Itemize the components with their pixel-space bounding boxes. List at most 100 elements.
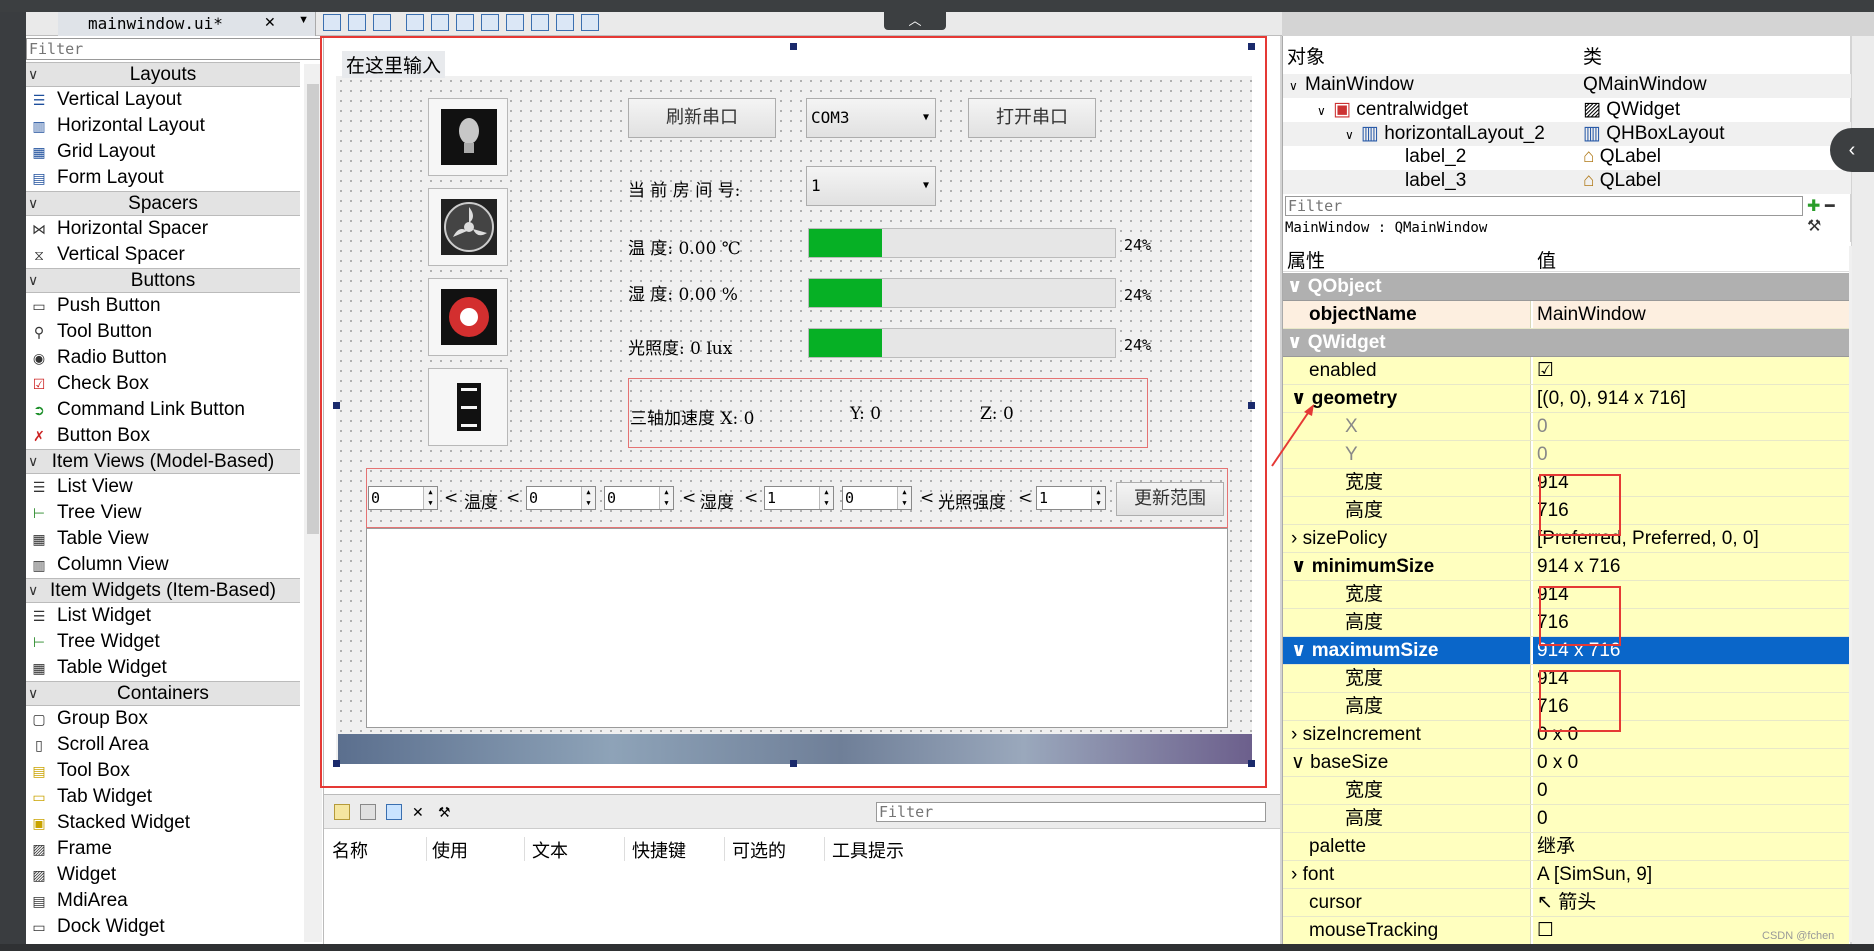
- resize-handle[interactable]: [1248, 43, 1255, 50]
- widget-item[interactable]: ▦ Grid Layout: [26, 139, 300, 165]
- break-layout-icon[interactable]: [556, 14, 574, 31]
- widget-item[interactable]: ⚲ Tool Button: [26, 319, 300, 345]
- widget-item[interactable]: ◉ Radio Button: [26, 345, 300, 371]
- widget-filter-input[interactable]: [26, 38, 322, 60]
- dropdown-arrow-icon[interactable]: ▼: [298, 14, 309, 26]
- property-name: Y: [1283, 441, 1531, 468]
- col-class[interactable]: 类: [1583, 42, 1602, 69]
- chevron-left-icon[interactable]: ‹: [1830, 128, 1874, 172]
- col-property[interactable]: 属性: [1287, 246, 1325, 273]
- property-row[interactable]: 高度 0: [1283, 805, 1851, 833]
- layout-hsplit-icon[interactable]: [456, 14, 474, 31]
- edit-buddies-icon[interactable]: [348, 14, 366, 31]
- object-row[interactable]: label_3 ⌂ QLabel: [1283, 170, 1851, 194]
- paste-action-icon[interactable]: [386, 804, 402, 820]
- widget-item[interactable]: ✗ Button Box: [26, 423, 300, 449]
- col-shortcut[interactable]: 快捷键: [632, 837, 686, 863]
- property-row[interactable]: ∨ QWidget: [1283, 329, 1851, 357]
- widget-item[interactable]: ▢ Group Box: [26, 706, 300, 732]
- property-row[interactable]: ∨ baseSize 0 x 0: [1283, 749, 1851, 777]
- widget-item[interactable]: ▦ Table Widget: [26, 655, 300, 681]
- file-tab[interactable]: mainwindow.ui* ▼: [58, 12, 316, 36]
- resize-handle[interactable]: [333, 402, 340, 409]
- category-header[interactable]: ∨ Buttons: [26, 268, 300, 293]
- action-filter-input[interactable]: [876, 802, 1266, 822]
- col-value[interactable]: 值: [1537, 246, 1556, 273]
- widget-item[interactable]: ▭ Tab Widget: [26, 784, 300, 810]
- col-name[interactable]: 名称: [332, 837, 368, 863]
- widget-item[interactable]: ☰ List View: [26, 474, 300, 500]
- widget-item[interactable]: ⊢ Tree View: [26, 500, 300, 526]
- wrench-icon[interactable]: ⚒: [1807, 218, 1821, 235]
- layout-form-icon[interactable]: [506, 14, 524, 31]
- category-header[interactable]: ∨ Spacers: [26, 191, 300, 216]
- property-filter-input[interactable]: [1285, 196, 1803, 216]
- property-row[interactable]: objectName MainWindow: [1283, 301, 1851, 329]
- category-header[interactable]: ∨ Item Widgets (Item-Based): [26, 578, 300, 603]
- layout-vertical-icon[interactable]: [431, 14, 449, 31]
- plus-icon[interactable]: ✚: [1807, 198, 1820, 215]
- widget-item[interactable]: ➲ Command Link Button: [26, 397, 300, 423]
- object-row[interactable]: ∨ MainWindow QMainWindow: [1283, 74, 1851, 98]
- property-row[interactable]: enabled ☑: [1283, 357, 1851, 385]
- layout-horizontal-icon[interactable]: [406, 14, 424, 31]
- property-row[interactable]: › font A [SimSun, 9]: [1283, 861, 1851, 889]
- col-tooltip[interactable]: 工具提示: [832, 837, 904, 863]
- delete-action-icon[interactable]: ✕: [412, 804, 428, 820]
- minus-icon[interactable]: ━: [1825, 198, 1835, 215]
- widget-item[interactable]: ▭ Push Button: [26, 293, 300, 319]
- tab-widget-icon: ▭: [32, 789, 46, 805]
- property-row[interactable]: Y0: [1283, 441, 1851, 469]
- widget-item[interactable]: ▤ Tool Box: [26, 758, 300, 784]
- object-row[interactable]: ∨ ▣ centralwidget ▨ QWidget: [1283, 98, 1851, 122]
- col-used[interactable]: 使用: [432, 837, 468, 863]
- widget-item[interactable]: ▥ Column View: [26, 552, 300, 578]
- property-row[interactable]: ∨ geometry [(0, 0), 914 x 716]: [1283, 385, 1851, 413]
- configure-icon[interactable]: ⚒: [438, 804, 454, 820]
- adjust-size-icon[interactable]: [581, 14, 599, 31]
- widget-item[interactable]: ▤ Form Layout: [26, 165, 300, 191]
- edit-signals-icon[interactable]: [323, 14, 341, 31]
- close-icon[interactable]: ✕: [264, 14, 276, 31]
- resize-handle[interactable]: [790, 43, 797, 50]
- widget-item[interactable]: ▦ Table View: [26, 526, 300, 552]
- copy-action-icon[interactable]: [360, 804, 376, 820]
- widget-item[interactable]: ▣ Stacked Widget: [26, 810, 300, 836]
- widget-item[interactable]: ▨ Frame: [26, 836, 300, 862]
- new-action-icon[interactable]: [334, 804, 350, 820]
- widget-item[interactable]: ☑ Check Box: [26, 371, 300, 397]
- layout-grid-icon[interactable]: [531, 14, 549, 31]
- widget-item[interactable]: ⋈ Horizontal Spacer: [26, 216, 300, 242]
- category-header[interactable]: ∨ Containers: [26, 681, 300, 706]
- property-name: ∨ baseSize: [1283, 749, 1531, 776]
- col-text[interactable]: 文本: [532, 837, 568, 863]
- widget-item[interactable]: ▥ Horizontal Layout: [26, 113, 300, 139]
- property-row[interactable]: ∨ minimumSize 914 x 716: [1283, 553, 1851, 581]
- property-row[interactable]: palette 继承: [1283, 833, 1851, 861]
- edit-tab-order-icon[interactable]: [373, 14, 391, 31]
- category-header[interactable]: ∨ Item Views (Model-Based): [26, 449, 300, 474]
- property-row[interactable]: X0: [1283, 413, 1851, 441]
- widget-item[interactable]: ☰ Vertical Layout: [26, 87, 300, 113]
- property-row[interactable]: 宽度 0: [1283, 777, 1851, 805]
- col-checkable[interactable]: 可选的: [732, 837, 786, 863]
- object-row[interactable]: ∨ ▥ horizontalLayout_2 ▥ QHBoxLayout: [1283, 122, 1851, 146]
- widget-item[interactable]: ▯ Scroll Area: [26, 732, 300, 758]
- layout-vsplit-icon[interactable]: [481, 14, 499, 31]
- collapse-icon[interactable]: ︿: [884, 12, 946, 30]
- widget-item[interactable]: ⧖ Vertical Spacer: [26, 242, 300, 268]
- resize-handle[interactable]: [1248, 402, 1255, 409]
- widget-item[interactable]: ▤ MdiArea: [26, 888, 300, 914]
- widget-item[interactable]: ☰ List Widget: [26, 603, 300, 629]
- resize-handle[interactable]: [790, 760, 797, 767]
- property-row[interactable]: cursor ↖ 箭头: [1283, 889, 1851, 917]
- object-row[interactable]: label_2 ⌂ QLabel: [1283, 146, 1851, 170]
- resize-handle[interactable]: [333, 760, 340, 767]
- col-object[interactable]: 对象: [1287, 42, 1325, 69]
- property-row[interactable]: ∨ QObject: [1283, 273, 1851, 301]
- widget-item[interactable]: ⊢ Tree Widget: [26, 629, 300, 655]
- widget-item[interactable]: ▨ Widget: [26, 862, 300, 888]
- category-header[interactable]: ∨ Layouts: [26, 62, 300, 87]
- widget-item[interactable]: ▭ Dock Widget: [26, 914, 300, 940]
- resize-handle[interactable]: [1248, 760, 1255, 767]
